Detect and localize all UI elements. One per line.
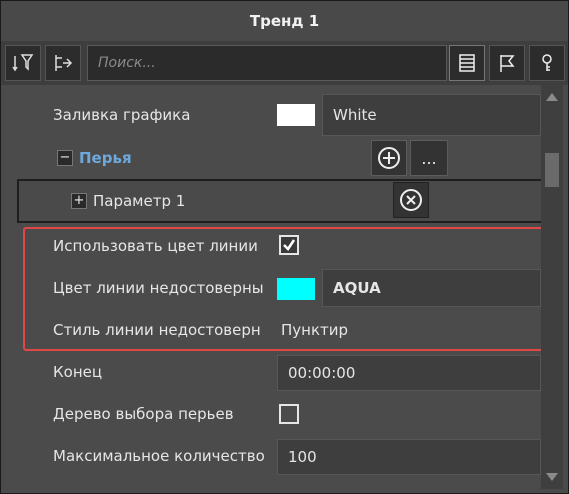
- chart-fill-swatch[interactable]: [277, 104, 315, 126]
- expand-parameter-button[interactable]: +: [71, 193, 87, 209]
- sort-filter-icon[interactable]: [5, 45, 41, 81]
- scroll-down-icon[interactable]: [546, 473, 558, 481]
- more-label: ...: [421, 148, 437, 168]
- more-pens-button[interactable]: ...: [410, 140, 448, 176]
- max-count-label: Максимальное количество: [53, 447, 265, 465]
- max-count-row: Максимальное количество 100: [5, 435, 541, 477]
- list-view-icon[interactable]: [449, 45, 485, 81]
- pen-tree-checkbox[interactable]: [279, 404, 299, 424]
- chart-fill-color-name[interactable]: White: [322, 94, 541, 136]
- parameter-row[interactable]: + Параметр 1: [17, 179, 541, 223]
- property-window: Тренд 1 Поиск... Заливка графика White −…: [0, 0, 569, 494]
- toolbar: [1, 41, 568, 85]
- key-icon[interactable]: [529, 45, 565, 81]
- end-label: Конец: [53, 363, 103, 381]
- pens-group-label: Перья: [79, 149, 132, 167]
- vertical-scrollbar[interactable]: [541, 85, 563, 489]
- scrollbar-thumb[interactable]: [545, 153, 559, 187]
- collapse-pens-button[interactable]: −: [57, 150, 73, 166]
- pen-tree-row: Дерево выбора перьев: [5, 393, 541, 435]
- pen-tree-label: Дерево выбора перьев: [53, 405, 234, 423]
- collapse-tree-icon[interactable]: [45, 45, 81, 81]
- max-count-value[interactable]: 100: [277, 439, 541, 475]
- scroll-up-icon[interactable]: [546, 93, 558, 101]
- search-input[interactable]: [96, 54, 438, 72]
- chart-fill-label: Заливка графика: [53, 106, 191, 124]
- pens-group-row: − Перья ...: [5, 137, 541, 179]
- end-row: Конец 00:00:00: [5, 351, 541, 393]
- chart-fill-row: Заливка графика White: [5, 94, 541, 136]
- add-pen-button[interactable]: [371, 140, 407, 176]
- flag-icon[interactable]: [489, 45, 525, 81]
- search-field[interactable]: [87, 45, 447, 81]
- window-title: Тренд 1: [1, 1, 568, 41]
- highlight-box: [23, 227, 543, 351]
- remove-parameter-button[interactable]: [393, 182, 429, 218]
- plus-circle-icon: [378, 147, 400, 169]
- parameter-label: Параметр 1: [93, 192, 186, 210]
- end-value[interactable]: 00:00:00: [277, 355, 541, 391]
- close-circle-icon: [400, 189, 422, 211]
